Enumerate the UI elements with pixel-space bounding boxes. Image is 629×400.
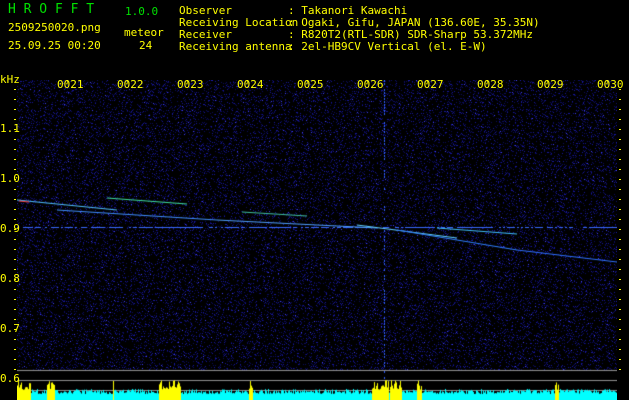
x-tick-label: 0028 <box>477 78 504 91</box>
y-axis-ticks-right <box>619 80 624 370</box>
x-tick-label: 0021 <box>57 78 84 91</box>
app-version: 1.0.0 <box>125 5 159 18</box>
file-datetime: 25.09.25 00:20 <box>8 39 101 52</box>
x-tick-label: 0022 <box>117 78 144 91</box>
info-label-antenna: Receiving antenna <box>179 40 292 53</box>
info-value-antenna: : 2el-HB9CV Vertical (el. E-W) <box>288 40 487 53</box>
meteor-label: meteor <box>124 26 164 39</box>
x-tick-label: 0029 <box>537 78 564 91</box>
app-title: H R O F F T <box>8 2 95 17</box>
x-tick-label: 0024 <box>237 78 264 91</box>
file-name: 2509250020.png <box>8 21 101 34</box>
x-tick-label: 0025 <box>297 78 324 91</box>
y-axis-ticks <box>12 80 17 370</box>
spectrogram <box>17 80 617 400</box>
y-tick-label: 0.6 <box>0 372 20 385</box>
x-tick-label: 0026 <box>357 78 384 91</box>
x-tick-label: 0027 <box>417 78 444 91</box>
meteor-count: 24 <box>139 39 153 52</box>
x-tick-label: 0023 <box>177 78 204 91</box>
